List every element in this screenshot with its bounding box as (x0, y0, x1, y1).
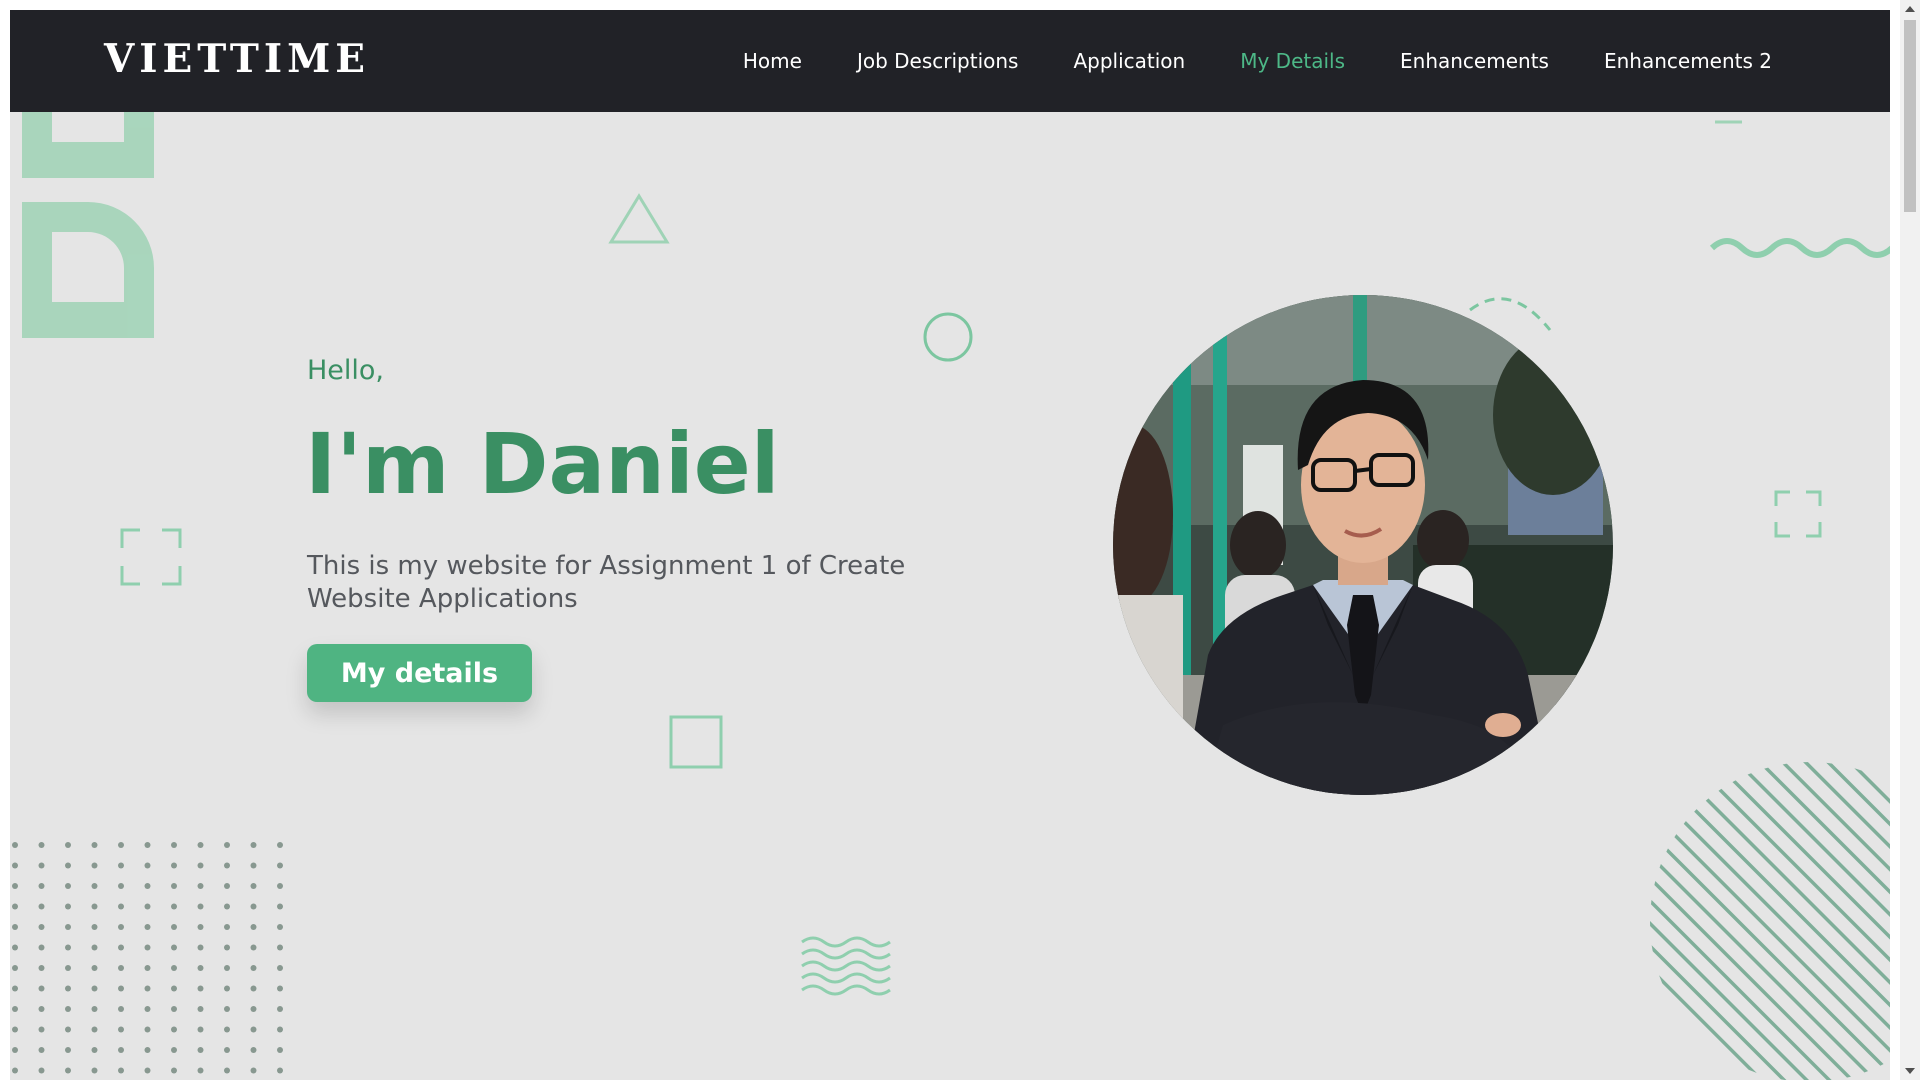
page-viewport: VIETTIME Home Job Descriptions Applicati… (10, 10, 1890, 1080)
profile-photo (1113, 295, 1613, 795)
my-details-button[interactable]: My details (307, 644, 532, 702)
dot-grid-decoration (10, 835, 285, 1080)
scroll-up-arrow-icon[interactable] (1905, 6, 1915, 12)
main-nav: Home Job Descriptions Application My Det… (743, 10, 1772, 112)
nav-item-enhancements[interactable]: Enhancements (1400, 49, 1549, 73)
nav-item-home[interactable]: Home (743, 49, 802, 73)
nav-item-my-details[interactable]: My Details (1240, 49, 1345, 73)
hero-description: This is my website for Assignment 1 of C… (307, 551, 906, 614)
nav-item-application[interactable]: Application (1073, 49, 1185, 73)
hero-greeting: Hello, (307, 355, 385, 386)
top-navbar: VIETTIME Home Job Descriptions Applicati… (10, 10, 1890, 112)
scroll-down-arrow-icon[interactable] (1905, 1068, 1915, 1074)
hero-title: I'm Daniel (305, 415, 780, 513)
scrollbar-thumb[interactable] (1904, 20, 1916, 212)
nav-item-enhancements-2[interactable]: Enhancements 2 (1604, 49, 1772, 73)
brand-logo[interactable]: VIETTIME (104, 36, 370, 82)
nav-item-job-descriptions[interactable]: Job Descriptions (857, 49, 1019, 73)
page-scrollbar[interactable] (1900, 0, 1920, 1080)
